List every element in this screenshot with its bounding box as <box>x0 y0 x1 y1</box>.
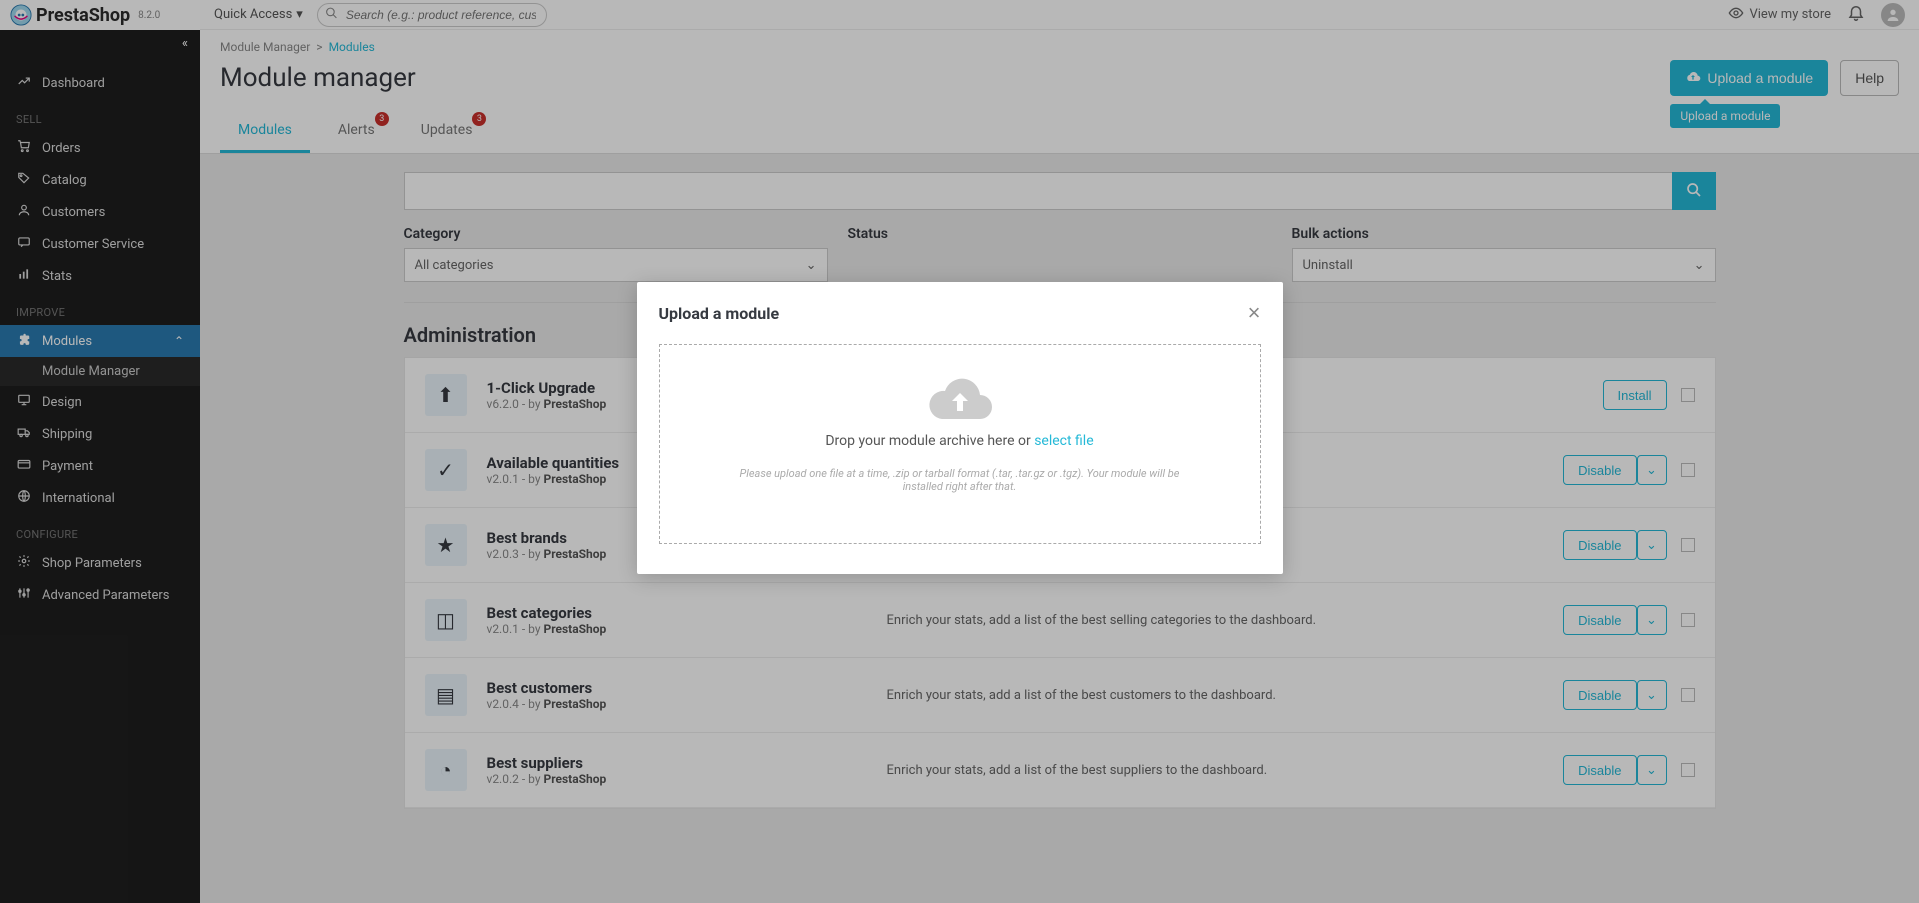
close-icon: × <box>1248 300 1261 325</box>
dropzone-select-file-link[interactable]: select file <box>1034 433 1093 449</box>
upload-modal: Upload a module × Drop your module archi… <box>637 282 1283 574</box>
dropzone-text: Drop your module archive here or select … <box>680 433 1240 449</box>
modal-overlay[interactable]: Upload a module × Drop your module archi… <box>0 0 1919 903</box>
modal-title: Upload a module <box>659 304 780 323</box>
dropzone-text-pre: Drop your module archive here or <box>825 433 1034 449</box>
upload-dropzone[interactable]: Drop your module archive here or select … <box>659 344 1261 544</box>
cloud-upload-icon <box>926 375 994 423</box>
dropzone-hint: Please upload one file at a time, .zip o… <box>735 467 1185 493</box>
modal-close-button[interactable]: × <box>1248 300 1261 326</box>
